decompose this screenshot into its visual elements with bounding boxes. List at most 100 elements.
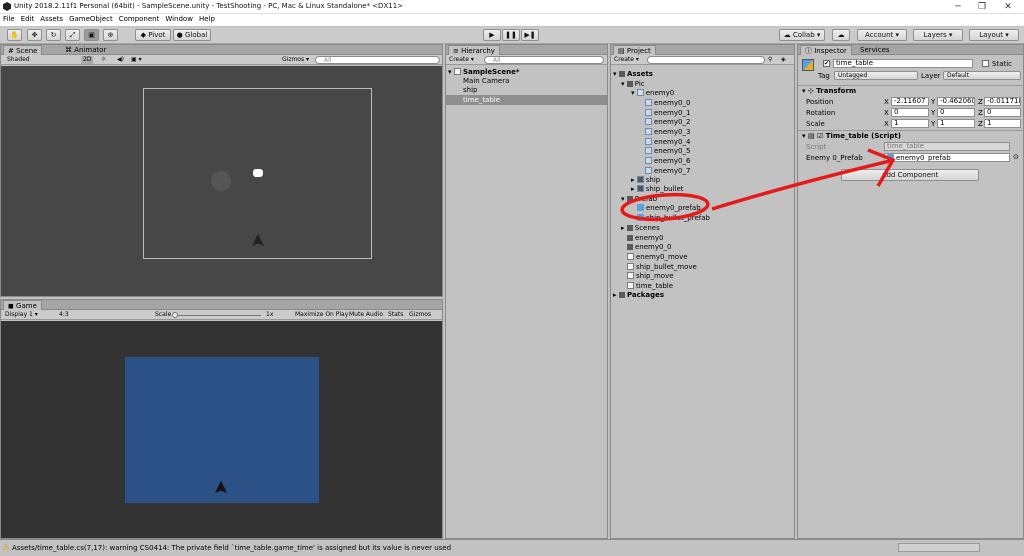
scl-x-field[interactable]: 1 bbox=[891, 119, 929, 128]
display-dropdown[interactable]: Display 1 ▾ bbox=[5, 311, 38, 319]
prefab-icon bbox=[887, 154, 894, 161]
sprite-enemy0-3[interactable]: enemy0_3 bbox=[645, 127, 690, 137]
pivot-button[interactable]: ◆ Pivot bbox=[135, 29, 171, 41]
menu-gameobject[interactable]: GameObject bbox=[66, 14, 116, 24]
close-icon[interactable]: ✕ bbox=[1001, 1, 1015, 13]
sprite-enemy0[interactable]: ▾ enemy0 bbox=[631, 88, 674, 98]
position-label: Position bbox=[806, 98, 834, 106]
folder-scenes[interactable]: ▸ Scenes bbox=[621, 223, 660, 233]
scene-search-input[interactable]: All bbox=[315, 56, 440, 64]
layers-button[interactable]: Layers ▾ bbox=[913, 29, 963, 41]
prefab-enemy0-prefab[interactable]: enemy0_prefab bbox=[637, 203, 701, 213]
tab-inspector[interactable]: ⓘ Inspector bbox=[800, 45, 852, 55]
shading-dropdown[interactable]: Shaded bbox=[7, 56, 75, 64]
project-create-dropdown[interactable]: Create ▾ bbox=[614, 56, 639, 64]
status-message[interactable]: Assets/time_table.cs(7,17): warning CS04… bbox=[12, 544, 451, 552]
add-component-button[interactable]: Add Component bbox=[841, 169, 979, 181]
transform-tool-button[interactable]: ⊕ bbox=[103, 29, 118, 41]
scale-slider[interactable] bbox=[173, 315, 261, 316]
sprite-enemy0-0[interactable]: enemy0_0 bbox=[645, 98, 690, 108]
asset-enemy0-0[interactable]: enemy0_0 bbox=[627, 242, 671, 252]
active-checkbox[interactable]: ✔ bbox=[823, 60, 830, 67]
play-button[interactable]: ▶ bbox=[483, 29, 501, 41]
rot-z-field[interactable]: 0 bbox=[984, 108, 1021, 117]
folder-assets[interactable]: ▾ Assets bbox=[613, 69, 653, 79]
project-search-input[interactable] bbox=[647, 56, 765, 64]
tab-project[interactable]: ▤ Project bbox=[613, 45, 656, 55]
maximize-icon[interactable]: ❐ bbox=[975, 1, 989, 13]
pos-x-field[interactable]: -2.11607 bbox=[891, 97, 929, 106]
hand-tool-button[interactable]: ✋ bbox=[7, 29, 22, 41]
cloud-button[interactable]: ☁ bbox=[832, 29, 850, 41]
collab-button[interactable]: ☁ Collab ▾ bbox=[779, 29, 825, 41]
hierarchy-create-dropdown[interactable]: Create ▾ bbox=[449, 56, 474, 64]
hierarchy-item-ship[interactable]: ship bbox=[463, 85, 477, 95]
folder-packages[interactable]: ▸ Packages bbox=[613, 290, 664, 300]
layout-button[interactable]: Layout ▾ bbox=[969, 29, 1019, 41]
transform-header[interactable]: ▾ ⊹ Transform bbox=[798, 85, 1023, 96]
object-picker-icon[interactable]: ⊙ bbox=[1013, 153, 1019, 161]
stats-toggle[interactable]: Stats bbox=[388, 311, 403, 319]
audio-icon[interactable]: ◀) bbox=[117, 56, 124, 64]
light-icon[interactable]: ☼ bbox=[101, 56, 106, 64]
move-tool-button[interactable]: ✥ bbox=[27, 29, 42, 41]
pos-y-field[interactable]: -0.462060 bbox=[937, 97, 975, 106]
inspector-panel: ⓘ Inspector Services ✔ time_table Static… bbox=[797, 44, 1024, 539]
step-button[interactable]: ▶❚ bbox=[521, 29, 539, 41]
menu-file[interactable]: File bbox=[0, 14, 18, 24]
aspect-dropdown[interactable]: 4:3 bbox=[59, 311, 69, 319]
object-name-field[interactable]: time_table bbox=[833, 59, 973, 68]
scale-tool-button[interactable]: ⤢ bbox=[65, 29, 80, 41]
global-button[interactable]: ● Global bbox=[173, 29, 211, 41]
project-controls: Create ▾ ⚲ ◈ bbox=[611, 55, 794, 65]
sprite-enemy0-5[interactable]: enemy0_5 bbox=[645, 146, 690, 156]
rotate-tool-button[interactable]: ↻ bbox=[46, 29, 61, 41]
maximize-on-play-toggle[interactable]: Maximize On Play bbox=[295, 311, 348, 319]
script-component-header[interactable]: ▾ ▤ ☑ Time_table (Script) bbox=[798, 130, 1023, 141]
sprite-enemy0-2[interactable]: enemy0_2 bbox=[645, 117, 690, 127]
effects-icon[interactable]: ▣ ▾ bbox=[131, 56, 142, 64]
scl-z-field[interactable]: 1 bbox=[984, 119, 1021, 128]
sprite-ship-bullet[interactable]: ▸ ship_bullet bbox=[631, 184, 684, 194]
tab-hierarchy[interactable]: ≡ Hierarchy bbox=[448, 45, 500, 55]
pos-z-field[interactable]: -0.011718 bbox=[984, 97, 1021, 106]
asset-enemy0-move[interactable]: enemy0_move bbox=[627, 252, 688, 262]
label-icon[interactable]: ◈ bbox=[781, 56, 786, 64]
rot-x-field[interactable]: 0 bbox=[891, 108, 929, 117]
prefab-ship-bullet-prefab[interactable]: ship_bullet_prefab bbox=[637, 213, 710, 223]
menu-component[interactable]: Component bbox=[116, 14, 163, 24]
hierarchy-search-input[interactable]: All bbox=[484, 56, 604, 64]
animator-icon bbox=[627, 235, 633, 241]
component-enabled-checkbox[interactable]: ☑ bbox=[817, 132, 823, 140]
menu-edit[interactable]: Edit bbox=[18, 14, 38, 24]
gizmos-dropdown[interactable]: Gizmos ▾ bbox=[282, 56, 309, 64]
tag-dropdown[interactable]: Untagged bbox=[834, 71, 918, 80]
account-button[interactable]: Account ▾ bbox=[857, 29, 907, 41]
tab-game[interactable]: ◼ Game bbox=[3, 300, 42, 310]
scl-y-field[interactable]: 1 bbox=[937, 119, 975, 128]
game-viewport[interactable] bbox=[1, 321, 442, 538]
filter-icon[interactable]: ⚲ bbox=[768, 56, 772, 64]
scl-x-label: X bbox=[884, 120, 889, 128]
asset-ship-move[interactable]: ship_move bbox=[627, 271, 674, 281]
mute-audio-toggle[interactable]: Mute Audio bbox=[349, 311, 383, 319]
menu-window[interactable]: Window bbox=[162, 14, 196, 24]
tab-services[interactable]: Services bbox=[856, 45, 894, 55]
menu-assets[interactable]: Assets bbox=[37, 14, 66, 24]
menu-help[interactable]: Help bbox=[196, 14, 218, 24]
pause-button[interactable]: ❚❚ bbox=[502, 29, 520, 41]
tab-scene[interactable]: # Scene bbox=[3, 45, 43, 55]
scene-viewport[interactable] bbox=[1, 66, 442, 296]
static-checkbox[interactable] bbox=[982, 60, 989, 67]
enemy-prefab-field[interactable]: enemy0_prefab bbox=[884, 153, 1010, 162]
tab-animator[interactable]: ⌘ Animator bbox=[61, 45, 110, 55]
rect-tool-button[interactable]: ▣ bbox=[84, 29, 99, 41]
layer-dropdown[interactable]: Default bbox=[943, 71, 1021, 80]
hierarchy-item-time-table[interactable]: time_table bbox=[446, 95, 607, 105]
minimize-icon[interactable]: ─ bbox=[951, 1, 965, 13]
sprite-enemy0-6[interactable]: enemy0_6 bbox=[645, 156, 690, 166]
game-gizmos-dropdown[interactable]: Gizmos bbox=[409, 311, 431, 319]
rot-y-field[interactable]: 0 bbox=[937, 108, 975, 117]
scale-slider-handle[interactable] bbox=[172, 312, 178, 318]
2d-toggle[interactable]: 2D bbox=[81, 56, 94, 64]
